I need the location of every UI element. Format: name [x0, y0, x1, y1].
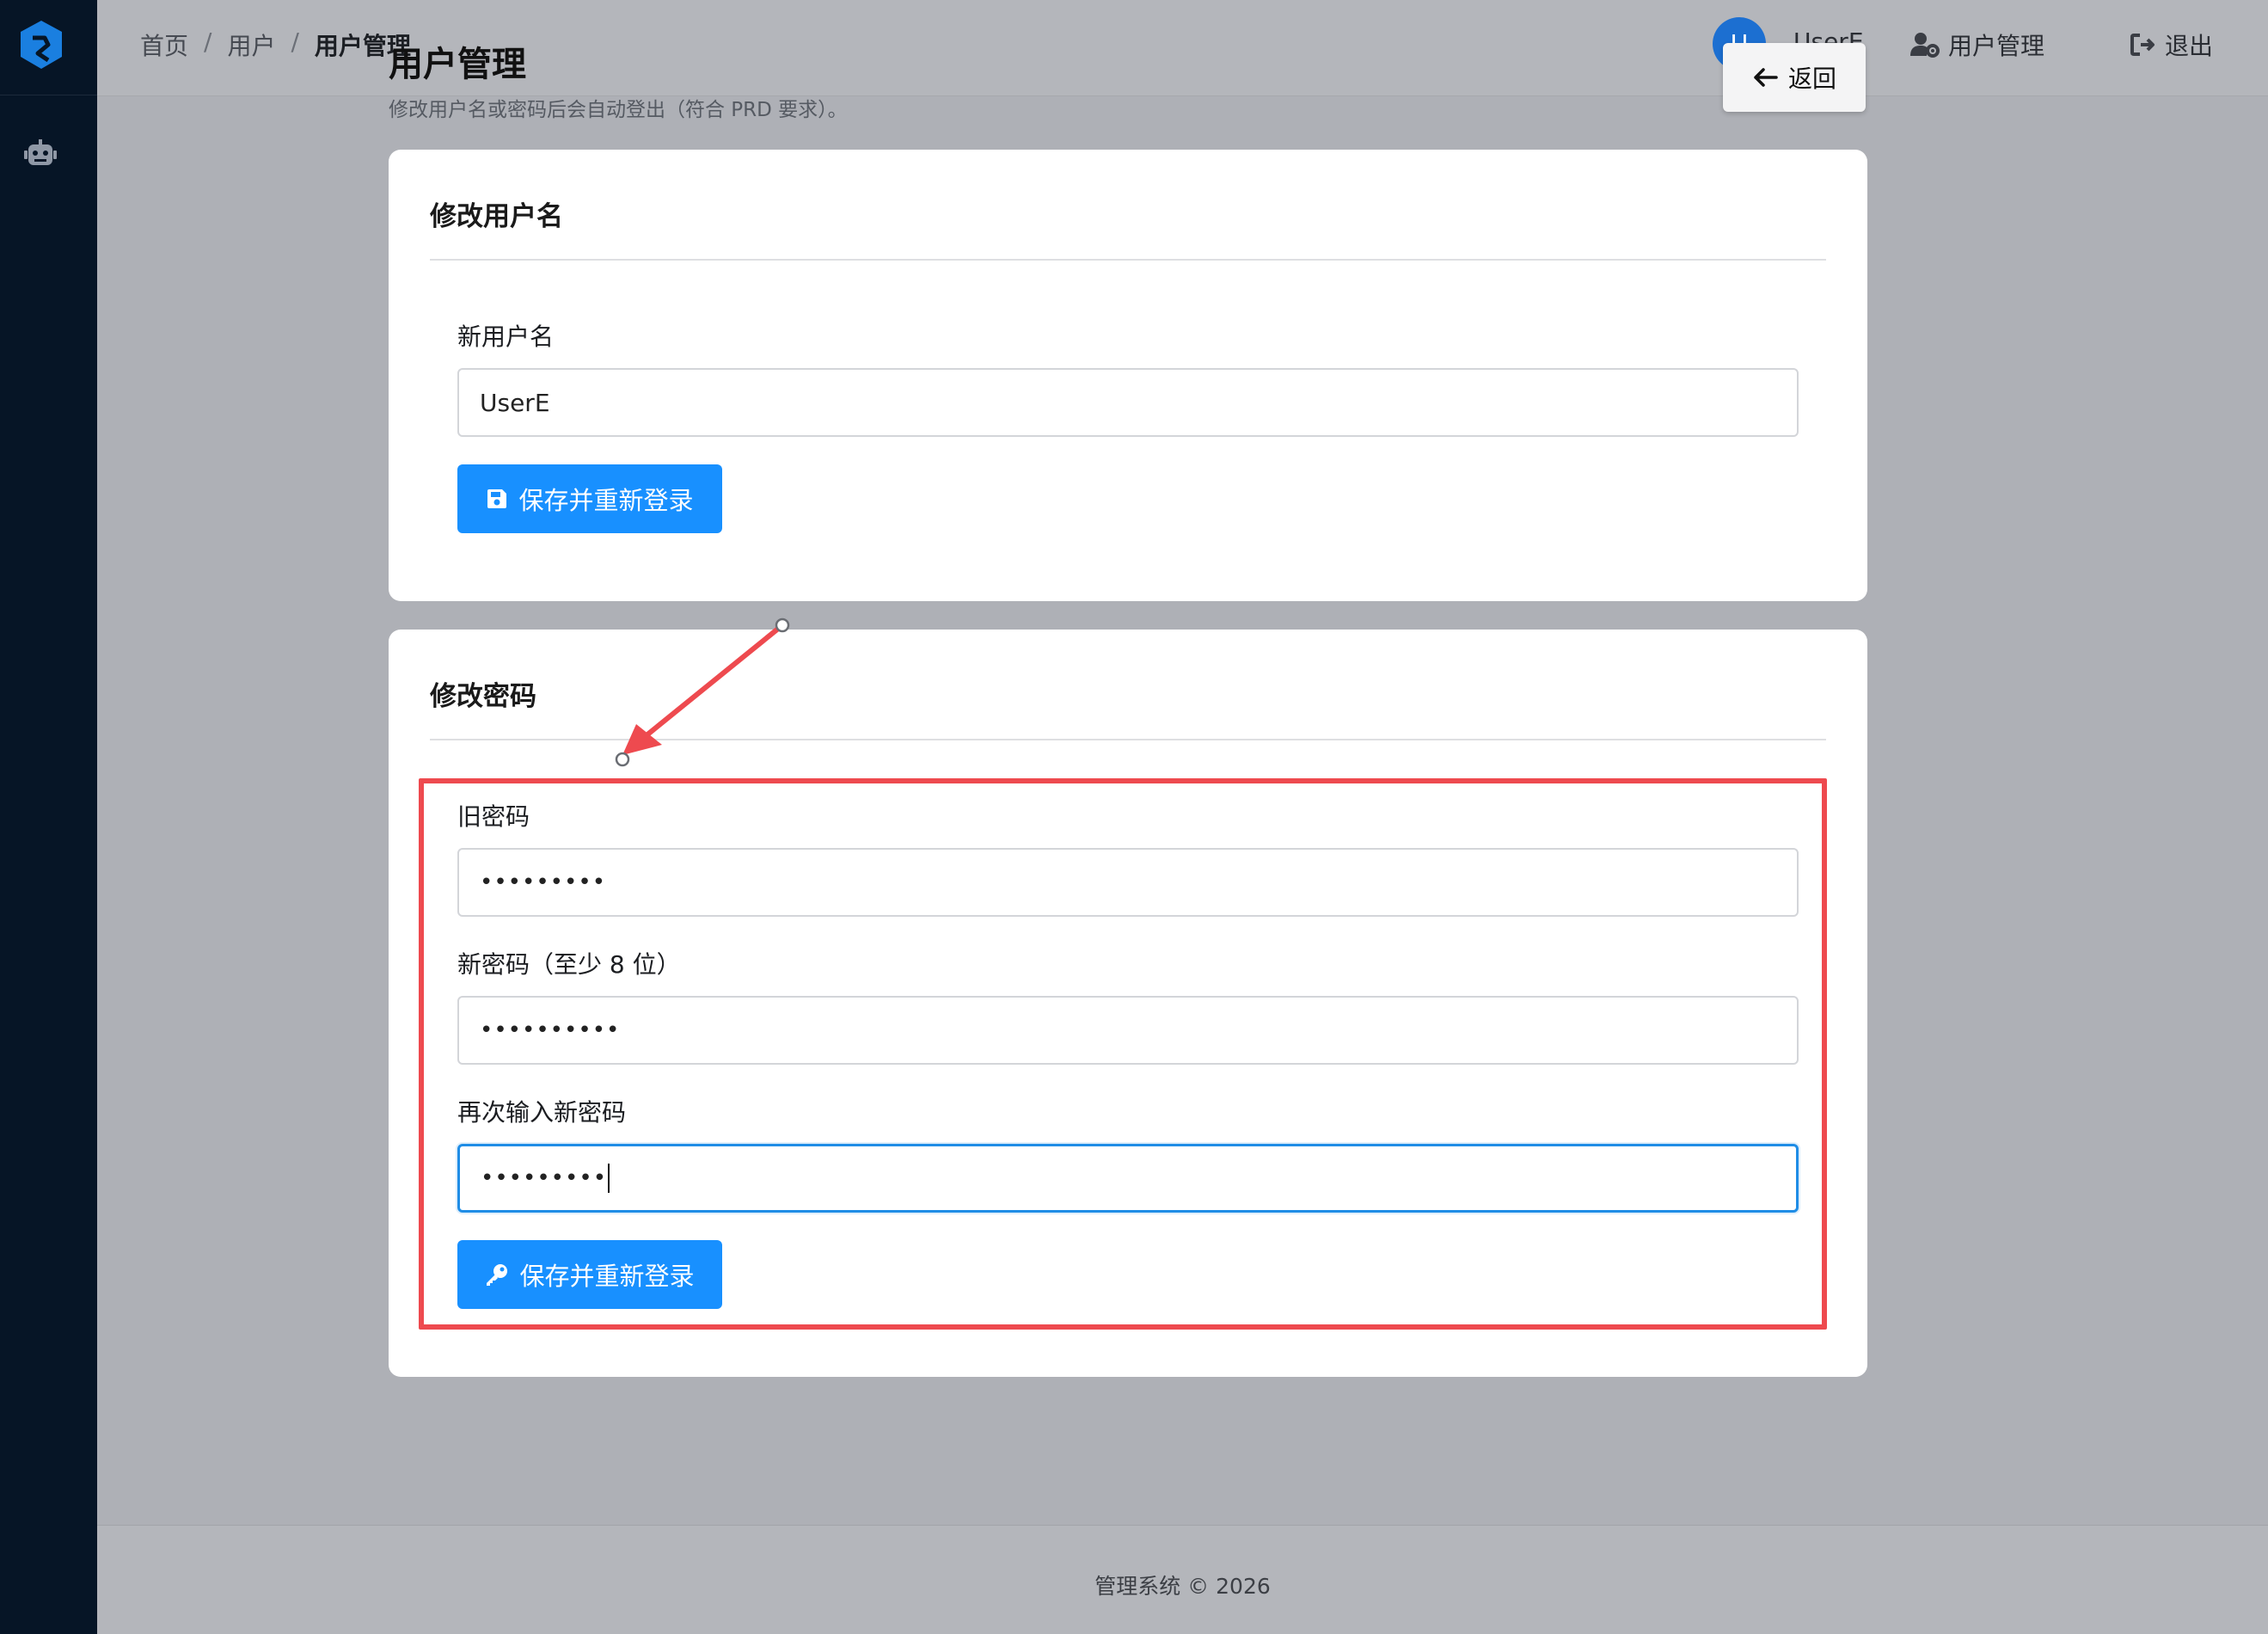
card-divider: [430, 739, 1826, 740]
new-username-input[interactable]: UserE: [457, 368, 1799, 437]
nav-user-manage[interactable]: 用户管理: [1910, 28, 2044, 62]
new-username-value: UserE: [480, 388, 550, 417]
breadcrumb-separator: /: [291, 28, 299, 56]
breadcrumb: 首页 / 用户 / 用户管理: [140, 28, 411, 62]
breadcrumb-home[interactable]: 首页: [140, 28, 188, 62]
arrow-left-icon: [1754, 68, 1778, 87]
save-username-label: 保存并重新登录: [518, 486, 694, 515]
password-card-title: 修改密码: [430, 681, 536, 712]
nav-logout-label: 退出: [2165, 32, 2214, 60]
footer-text: 管理系统 © 2026: [1094, 1574, 1271, 1599]
username-card-title: 修改用户名: [430, 201, 563, 232]
page-title: 用户管理: [389, 45, 526, 84]
highlight-box: [419, 778, 1827, 1330]
username-card: 修改用户名 新用户名 UserE 保存并重新登录: [389, 150, 1867, 601]
app-logo-icon[interactable]: [17, 19, 65, 72]
robot-icon[interactable]: [24, 139, 57, 169]
footer: 管理系统 © 2026: [97, 1525, 2268, 1634]
card-divider: [430, 259, 1826, 261]
logout-icon: [2130, 34, 2155, 56]
save-username-button[interactable]: 保存并重新登录: [457, 464, 722, 533]
breadcrumb-separator: /: [204, 28, 212, 56]
back-button-label: 返回: [1787, 64, 1836, 93]
floppy-disk-icon: [487, 489, 507, 508]
new-username-label: 新用户名: [457, 322, 555, 351]
breadcrumb-users[interactable]: 用户: [227, 28, 275, 62]
nav-user-manage-label: 用户管理: [1948, 32, 2045, 60]
nav-logout[interactable]: 退出: [2130, 28, 2213, 62]
page-subtitle: 修改用户名或密码后会自动登出（符合 PRD 要求）。: [389, 99, 848, 121]
back-button[interactable]: 返回: [1723, 43, 1866, 112]
sidebar: [0, 0, 97, 1634]
user-gear-icon: [1910, 33, 1940, 58]
